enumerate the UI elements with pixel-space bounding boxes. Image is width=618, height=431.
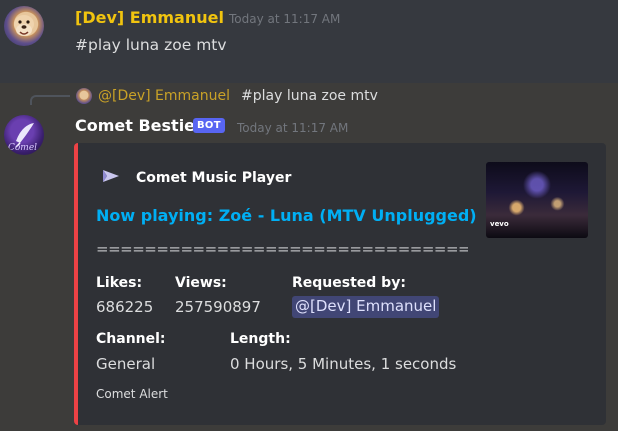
avatar[interactable] — [4, 6, 44, 46]
svg-text:Comel: Comel — [8, 143, 37, 153]
bot-avatar[interactable]: Comel — [4, 115, 44, 155]
field-channel-value: General — [96, 355, 156, 373]
message-content: #play luna zoe mtv — [75, 36, 227, 54]
field-length-value: 0 Hours, 5 Minutes, 1 seconds — [230, 355, 457, 373]
reply-mention[interactable]: @[Dev] Emmanuel — [98, 88, 230, 104]
embed-title[interactable]: Now playing: Zoé - Luna (MTV Unplugged) — [96, 206, 477, 225]
timestamp: Today at 11:17 AM — [229, 12, 341, 26]
play-icon — [103, 170, 119, 182]
field-length-name: Length: — [230, 331, 291, 347]
bot-timestamp: Today at 11:17 AM — [237, 121, 349, 135]
requester-mention[interactable]: @[Dev] Emmanuel — [292, 296, 440, 318]
field-likes-name: Likes: — [96, 275, 143, 291]
field-requested-by-name: Requested by: — [292, 275, 406, 291]
reply-avatar[interactable] — [76, 88, 92, 104]
embed-description: ================================== — [96, 240, 468, 258]
field-views-name: Views: — [175, 275, 227, 291]
field-likes-value: 686225 — [96, 298, 154, 316]
bot-badge: BOT — [193, 118, 225, 133]
music-embed: Comet Music Player Now playing: Zoé - Lu… — [74, 143, 606, 425]
field-views-value: 257590897 — [175, 298, 261, 316]
field-channel-name: Channel: — [96, 331, 166, 347]
reply-connector — [30, 95, 70, 105]
reply-text[interactable]: #play luna zoe mtv — [241, 88, 378, 104]
embed-footer: Comet Alert — [96, 387, 168, 401]
author-name[interactable]: [Dev] Emmanuel — [75, 8, 224, 27]
bot-author-name[interactable]: Comet Bestie — [75, 116, 195, 135]
embed-author-name[interactable]: Comet Music Player — [136, 170, 291, 186]
video-thumbnail[interactable]: vevo — [486, 162, 588, 238]
vevo-logo: vevo — [490, 220, 509, 228]
message-dev-emmanuel: [Dev] Emmanuel Today at 11:17 AM #play l… — [0, 0, 618, 83]
